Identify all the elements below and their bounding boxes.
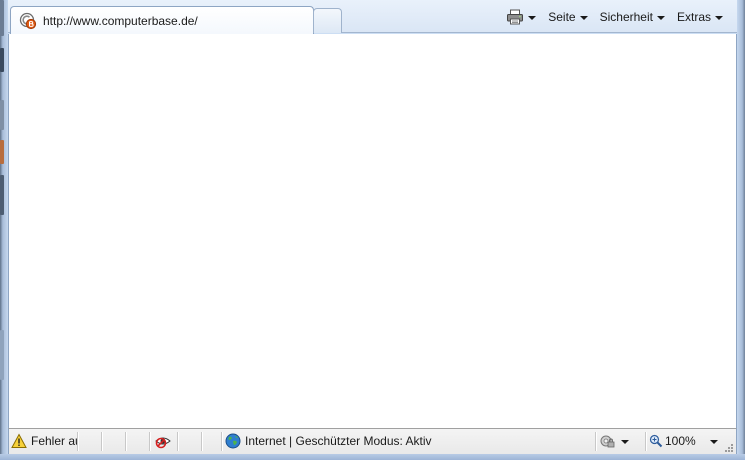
tab-title: http://www.computerbase.de/ <box>43 13 198 28</box>
security-menu-label: Sicherheit <box>599 10 653 24</box>
frame-spot <box>0 140 4 164</box>
window-frame-right <box>737 0 745 460</box>
status-separator <box>101 432 102 451</box>
resize-grip-icon[interactable] <box>724 442 734 452</box>
status-bar: Fehler au Internet | Geschützter Modus: … <box>8 428 737 454</box>
error-status-text: Fehler au <box>31 434 77 448</box>
tools-menu-label: Extras <box>676 10 711 24</box>
frame-spot <box>0 100 4 130</box>
status-separator <box>149 432 150 451</box>
frame-spot <box>0 0 4 36</box>
tab-row: http://www.computerbase.de/ Seite Sicher… <box>8 0 737 34</box>
zoom-level-text: 100% <box>665 434 696 448</box>
security-menu-button[interactable]: Sicherheit <box>594 7 671 27</box>
security-zone-text: Internet | Geschützter Modus: Aktiv <box>245 434 432 448</box>
security-zone[interactable]: Internet | Geschützter Modus: Aktiv <box>225 429 595 453</box>
tab-computerbase[interactable]: http://www.computerbase.de/ <box>10 6 314 34</box>
page-menu-label: Seite <box>548 10 576 24</box>
privacy-report-button[interactable] <box>152 429 174 453</box>
browser-window: http://www.computerbase.de/ Seite Sicher… <box>0 0 745 460</box>
status-separator <box>77 432 78 451</box>
zoom-control[interactable]: 100% <box>649 429 725 453</box>
status-separator <box>201 432 202 451</box>
status-separator <box>595 432 596 451</box>
window-frame-bottom <box>0 454 745 460</box>
lock-gear-icon <box>599 433 615 449</box>
window-frame-left <box>0 0 8 460</box>
chevron-down-icon <box>579 15 588 20</box>
protected-mode-button[interactable] <box>599 429 639 453</box>
status-separator <box>221 432 222 451</box>
chevron-down-icon <box>656 15 665 20</box>
privacy-eye-icon <box>155 433 171 449</box>
tools-menu-button[interactable]: Extras <box>671 7 729 27</box>
computerbase-favicon-icon <box>19 12 37 30</box>
page-content[interactable] <box>8 34 737 428</box>
print-button[interactable] <box>500 7 542 27</box>
chevron-down-icon <box>528 15 537 20</box>
status-separator <box>125 432 126 451</box>
error-status[interactable]: Fehler au <box>11 429 77 453</box>
page-menu-button[interactable]: Seite <box>542 7 593 27</box>
command-bar: Seite Sicherheit Extras <box>500 7 729 27</box>
chevron-down-icon <box>709 439 718 444</box>
zoom-magnifier-icon <box>649 434 663 448</box>
frame-spot <box>0 330 4 380</box>
globe-icon <box>225 433 241 449</box>
status-separator <box>177 432 178 451</box>
printer-icon <box>506 9 524 25</box>
new-tab-button[interactable] <box>313 8 342 33</box>
status-separator <box>645 432 646 451</box>
chevron-down-icon <box>621 439 629 444</box>
frame-spot <box>0 48 4 72</box>
warning-icon <box>11 433 27 449</box>
frame-spot <box>0 175 4 215</box>
chevron-down-icon <box>715 15 723 20</box>
